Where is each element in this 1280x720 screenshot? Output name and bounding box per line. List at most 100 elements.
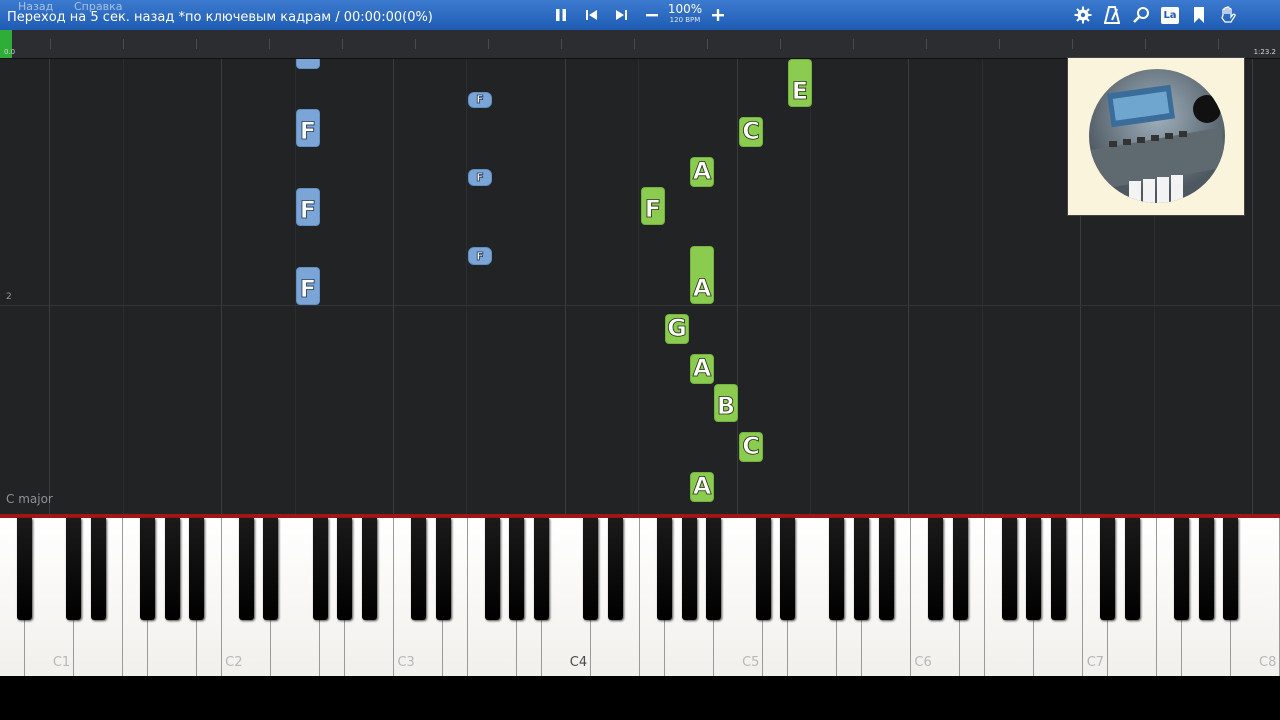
black-key[interactable] [1174,518,1190,620]
black-key[interactable] [17,518,33,620]
note-letter: F [644,195,662,223]
grid-line [123,59,124,514]
bottom-bar [0,676,1280,720]
note-letter: C [742,432,760,460]
slower-button[interactable] [640,4,664,26]
note-letter: G [667,314,687,342]
timeline-tick [50,39,51,49]
black-key[interactable] [854,518,870,620]
note-letter: F [476,250,484,263]
skip-back-button[interactable] [580,4,604,26]
note-letter: A [692,274,712,302]
search-icon [1133,7,1149,23]
black-key[interactable] [312,518,328,620]
black-key[interactable] [534,518,550,620]
grid-line [565,59,566,514]
timeline-tick [634,39,635,49]
key-signature-label: C major [6,492,53,506]
black-key[interactable] [337,518,353,620]
black-key[interactable] [583,518,599,620]
piano-keyboard[interactable]: C1 C2 C3 C4 C5 C6 C7 C8 [0,514,1280,676]
settings-button[interactable] [1071,4,1095,26]
bookmark-button[interactable] [1187,4,1211,26]
black-key[interactable] [66,518,82,620]
black-key[interactable] [927,518,943,620]
channel-thumbnail [1067,57,1245,216]
black-key[interactable] [878,518,894,620]
note-letter: A [692,472,712,500]
black-key[interactable] [1223,518,1239,620]
skip-forward-icon [616,10,627,20]
note-letter: A [692,157,712,185]
faster-button[interactable] [706,4,730,26]
pause-button[interactable] [549,4,573,26]
black-key[interactable] [1050,518,1066,620]
black-key[interactable] [410,518,426,620]
black-key[interactable] [509,518,525,620]
timeline-tick [707,39,708,49]
grid-line [638,59,639,514]
black-key[interactable] [706,518,722,620]
minus-icon [646,14,658,17]
note: C [739,432,763,462]
timeline-tick [415,39,416,49]
timeline-tick [123,39,124,49]
black-key[interactable] [90,518,106,620]
black-key[interactable] [755,518,771,620]
note-letter: C [742,117,760,145]
grid-line [1252,59,1253,514]
black-key[interactable] [140,518,156,620]
grid-line [49,59,50,514]
note-letter: E [791,77,809,105]
note: C [739,117,763,147]
note-letter: A [692,354,712,382]
grid-line [466,59,467,514]
black-key[interactable] [484,518,500,620]
black-key[interactable] [829,518,845,620]
metronome-button[interactable] [1100,4,1124,26]
black-key[interactable] [780,518,796,620]
speed-readout: 100% 120 BPM [667,3,703,26]
note: A [690,246,714,304]
note: F [296,188,320,226]
black-key[interactable] [607,518,623,620]
top-toolbar: Назад Справка Переход на 5 сек. назад *п… [0,0,1280,30]
black-key[interactable] [1001,518,1017,620]
note: F [296,109,320,147]
note-letter: F [299,196,317,224]
timeline-scrubber[interactable]: 0.0 1:23.2 [0,30,1280,59]
black-key[interactable] [681,518,697,620]
black-key[interactable] [952,518,968,620]
timeline-tick [561,39,562,49]
black-key[interactable] [657,518,673,620]
black-key[interactable] [164,518,180,620]
search-button[interactable] [1129,4,1153,26]
grid-line [393,59,394,514]
timeline-tick [780,39,781,49]
metronome-icon [1104,6,1120,24]
black-key[interactable] [1100,518,1116,620]
note-letter: F [476,93,484,106]
skip-forward-button[interactable] [609,4,633,26]
timeline-tick [853,39,854,49]
black-key[interactable] [263,518,279,620]
note: A [690,472,714,502]
black-key[interactable] [361,518,377,620]
black-key[interactable] [189,518,205,620]
black-key[interactable] [1124,518,1140,620]
note: B [714,384,738,422]
white-key[interactable] [1255,518,1280,676]
note: E [788,59,812,107]
note: G [665,314,689,344]
hand-button[interactable] [1216,4,1240,26]
grid-line [908,59,909,514]
black-key[interactable] [238,518,254,620]
timeline-tick [926,39,927,49]
black-key[interactable] [1026,518,1042,620]
note [296,59,320,69]
black-key[interactable] [435,518,451,620]
timeline-tick [1072,39,1073,49]
language-button[interactable]: La [1158,4,1182,26]
timeline-tick [488,39,489,49]
black-key[interactable] [1198,518,1214,620]
